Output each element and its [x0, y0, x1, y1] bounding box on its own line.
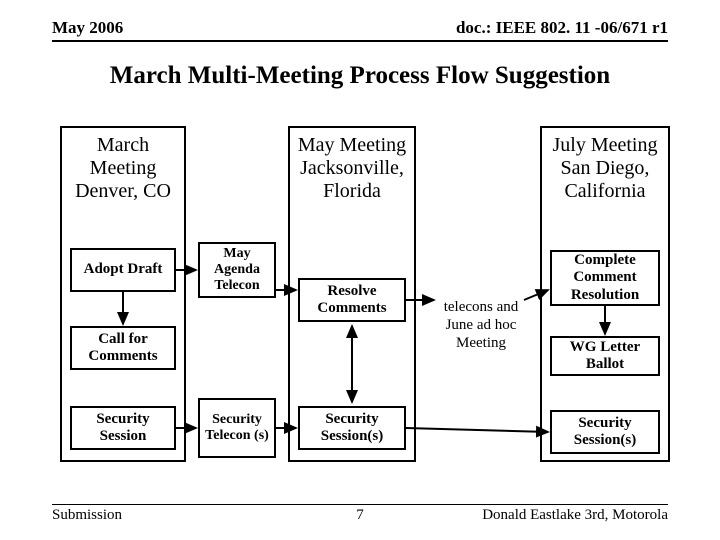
footer-author: Donald Eastlake 3rd, Motorola	[482, 507, 668, 524]
text-telecons-adhoc: telecons and June ad hoc Meeting	[440, 298, 522, 352]
column-march-title: March Meeting Denver, CO	[62, 128, 184, 213]
header-date: May 2006	[52, 18, 123, 38]
box-adopt-draft: Adopt Draft	[70, 248, 176, 292]
column-may-title: May Meeting Jacksonville, Florida	[290, 128, 414, 213]
header-doc-id: doc.: IEEE 802. 11 -06/671 r1	[456, 18, 668, 38]
box-wg-letter-ballot: WG Letter Ballot	[550, 336, 660, 376]
box-security-sessions-july: Security Session(s)	[550, 410, 660, 454]
box-complete-resolution: Complete Comment Resolution	[550, 250, 660, 306]
column-july-title: July Meeting San Diego, California	[542, 128, 668, 213]
box-call-comments: Call for Comments	[70, 326, 176, 370]
box-security-telecon: Security Telecon (s)	[198, 398, 276, 458]
footer-left: Submission	[52, 507, 122, 524]
box-security-sessions-may: Security Session(s)	[298, 406, 406, 450]
footer-page-number: 7	[356, 507, 364, 524]
box-may-agenda-telecon: May Agenda Telecon	[198, 242, 276, 298]
box-security-session: Security Session	[70, 406, 176, 450]
box-resolve-comments: Resolve Comments	[298, 278, 406, 322]
page-title: March Multi-Meeting Process Flow Suggest…	[0, 62, 720, 90]
